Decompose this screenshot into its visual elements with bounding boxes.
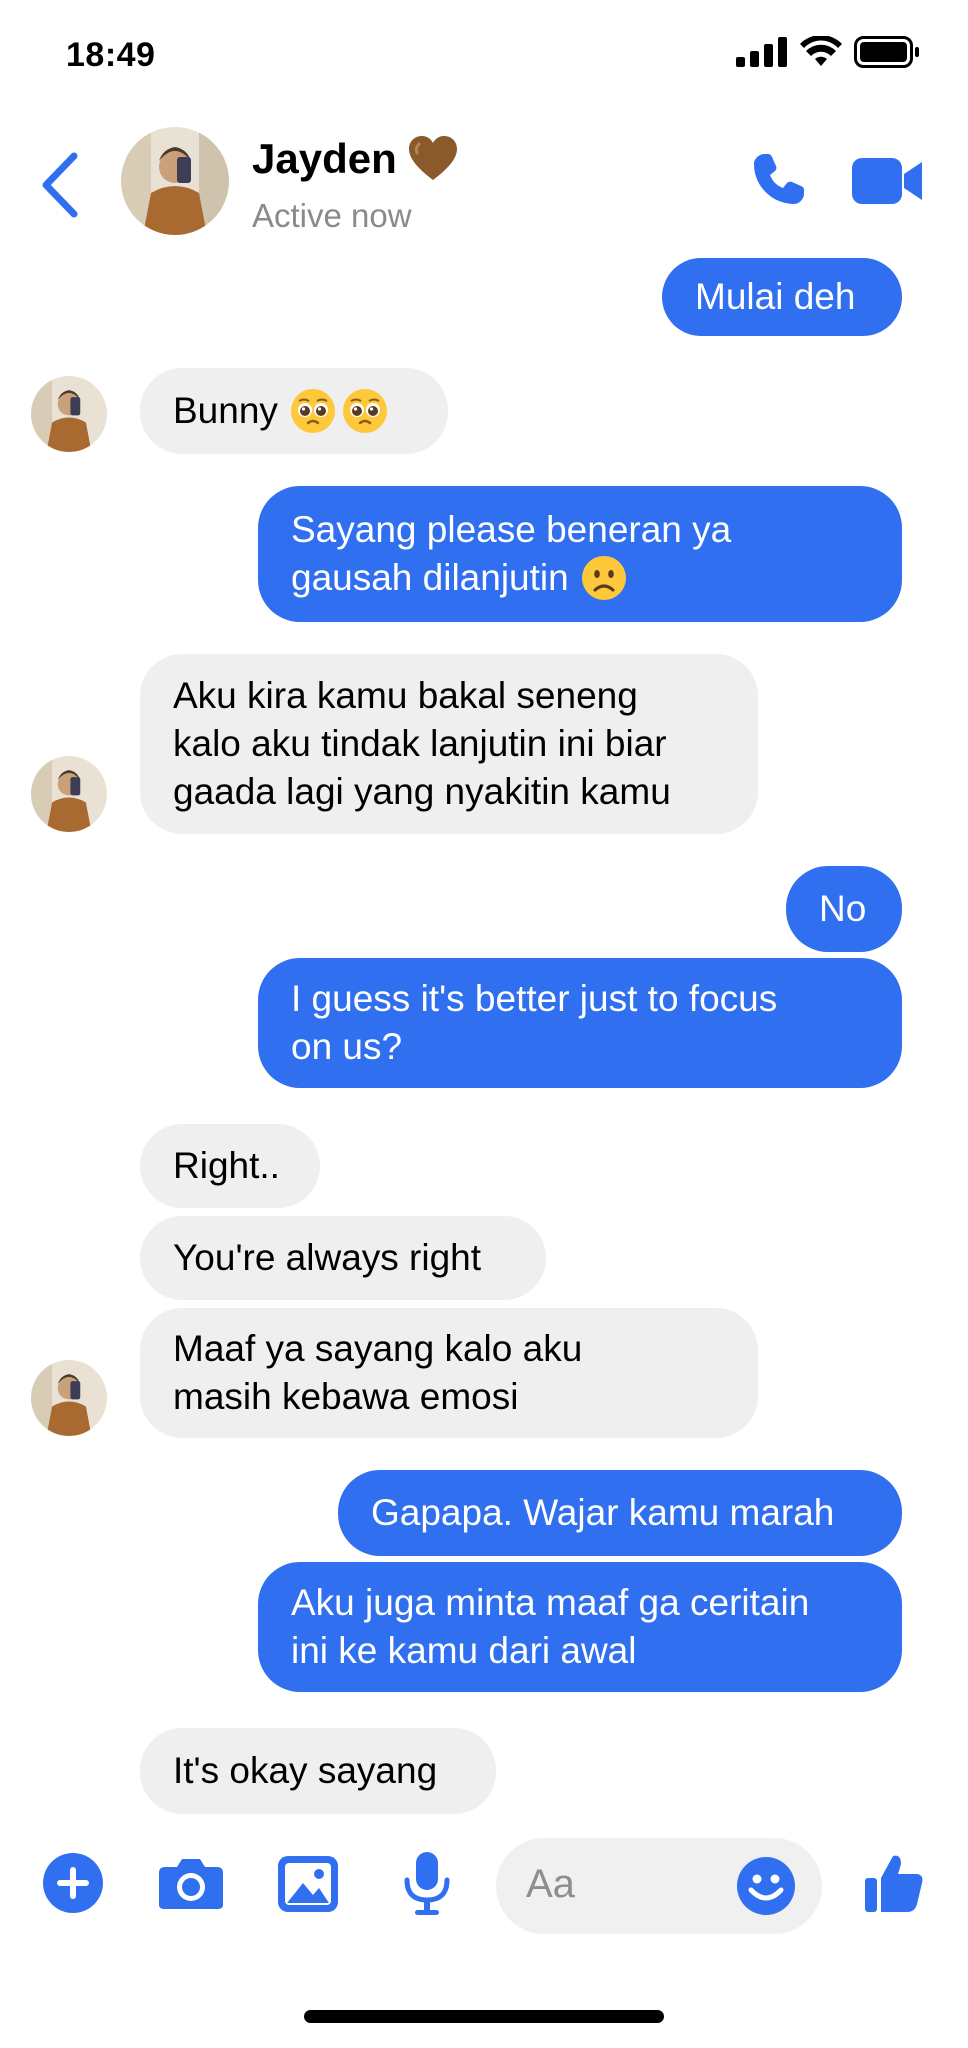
message-line: Aku juga minta maaf ga ceritain [291, 1579, 809, 1627]
sender-avatar[interactable] [31, 1360, 107, 1436]
message-line-text: masih kebawa emosi [173, 1376, 519, 1417]
message-line-text: Aku juga minta maaf ga ceritain [291, 1582, 810, 1623]
phone-call-icon[interactable] [750, 150, 808, 208]
message-line: ini ke kamu dari awal [291, 1627, 809, 1675]
message-input[interactable]: Aa [496, 1838, 822, 1934]
pleading-face-emoji-icon [290, 389, 335, 433]
message-line: gausah dilanjutin [291, 554, 731, 602]
message-text: Maaf ya sayang kalo aku masih kebawa emos… [173, 1325, 582, 1421]
status-icons [736, 36, 920, 68]
gallery-icon[interactable] [277, 1855, 339, 1913]
message-line-text: I guess it's better just to focus [291, 978, 778, 1019]
message-line-text: Sayang please beneran ya [291, 509, 732, 550]
brown-heart-icon [408, 136, 457, 180]
cellular-signal-icon [736, 37, 787, 67]
message-line-text: gausah dilanjutin [291, 557, 569, 598]
message-text: I guess it's better just to focus on us? [291, 975, 777, 1071]
pleading-face-emoji-icon [342, 389, 387, 433]
sent-message-bubble[interactable]: No [786, 866, 902, 952]
message-line-text: Aku kira kamu bakal seneng [173, 675, 638, 716]
message-line-text: kalo aku tindak lanjutin ini biar [173, 723, 667, 764]
message-line: on us? [291, 1023, 777, 1071]
message-line: You're always right [173, 1234, 481, 1282]
microphone-icon[interactable] [403, 1850, 451, 1916]
battery-icon [854, 36, 919, 68]
plus-icon[interactable] [42, 1852, 104, 1914]
message-line-text: Gapapa. Wajar kamu marah [371, 1492, 835, 1533]
message-text: Gapapa. Wajar kamu marah [371, 1489, 834, 1537]
sent-message-bubble[interactable]: Mulai deh [662, 258, 902, 336]
frowning-face-emoji-icon [581, 556, 626, 600]
message-line-text: Bunny [173, 390, 278, 431]
message-line-text: gaada lagi yang nyakitin kamu [173, 771, 671, 812]
message-line: I guess it's better just to focus [291, 975, 777, 1023]
received-message-bubble[interactable]: It's okay sayang [140, 1728, 496, 1814]
message-line: masih kebawa emosi [173, 1373, 582, 1421]
sent-message-bubble[interactable]: Gapapa. Wajar kamu marah [338, 1470, 902, 1556]
sent-message-bubble[interactable]: I guess it's better just to focus on us? [258, 958, 902, 1088]
back-chevron-icon[interactable] [38, 150, 82, 220]
contact-name-text: Jayden [252, 135, 397, 182]
received-message-bubble[interactable]: Maaf ya sayang kalo aku masih kebawa emos… [140, 1308, 758, 1438]
sender-avatar[interactable] [31, 376, 107, 452]
message-text: Aku kira kamu bakal seneng kalo aku tinda… [173, 672, 671, 816]
message-text: It's okay sayang [173, 1747, 437, 1795]
message-line: Bunny [173, 387, 388, 435]
message-line: gaada lagi yang nyakitin kamu [173, 768, 671, 816]
message-line-text: Mulai deh [695, 276, 856, 317]
message-line-text: It's okay sayang [173, 1750, 438, 1791]
message-line: Maaf ya sayang kalo aku [173, 1325, 582, 1373]
message-text: Mulai deh [695, 273, 855, 321]
sent-message-bubble[interactable]: Aku juga minta maaf ga ceritain ini ke ka… [258, 1562, 902, 1692]
message-text: You're always right [173, 1234, 481, 1282]
message-line: Aku kira kamu bakal seneng [173, 672, 671, 720]
received-message-bubble[interactable]: Aku kira kamu bakal seneng kalo aku tinda… [140, 654, 758, 834]
message-text: Aku juga minta maaf ga ceritain ini ke ka… [291, 1579, 809, 1675]
contact-name[interactable]: Jayden [252, 135, 457, 183]
message-text: Bunny [173, 387, 388, 435]
message-text: Right.. [173, 1142, 280, 1190]
message-line-text: Maaf ya sayang kalo aku [173, 1328, 583, 1369]
received-message-bubble[interactable]: You're always right [140, 1216, 546, 1300]
thumbs-up-icon[interactable] [863, 1852, 925, 1914]
received-message-bubble[interactable]: Bunny [140, 368, 448, 454]
message-text: Sayang please beneran ya gausah dilanjuti… [291, 506, 731, 602]
message-line-text: on us? [291, 1026, 403, 1067]
received-message-bubble[interactable]: Right.. [140, 1124, 320, 1208]
message-text: No [819, 885, 866, 933]
message-line: Mulai deh [695, 273, 855, 321]
sender-avatar[interactable] [31, 756, 107, 832]
message-line-text: You're always right [173, 1237, 482, 1278]
message-toolbar: Aa [0, 1830, 968, 1950]
contact-avatar[interactable] [121, 127, 229, 235]
wifi-icon [800, 36, 842, 66]
active-status: Active now [252, 197, 412, 234]
message-line: Gapapa. Wajar kamu marah [371, 1489, 834, 1537]
video-call-icon[interactable] [852, 158, 924, 204]
message-line-text: ini ke kamu dari awal [291, 1630, 637, 1671]
message-line: Right.. [173, 1142, 280, 1190]
sent-message-bubble[interactable]: Sayang please beneran ya gausah dilanjuti… [258, 486, 902, 622]
status-time: 18:49 [66, 36, 156, 74]
message-line: No [819, 885, 866, 933]
message-line: It's okay sayang [173, 1747, 437, 1795]
message-line: Sayang please beneran ya [291, 506, 731, 554]
emoji-icon[interactable] [736, 1856, 796, 1916]
message-line-text: Right.. [173, 1145, 280, 1186]
message-input-placeholder: Aa [526, 1862, 575, 1906]
camera-icon[interactable] [157, 1857, 225, 1911]
message-line-text: No [819, 888, 867, 929]
message-line: kalo aku tindak lanjutin ini biar [173, 720, 671, 768]
home-indicator [304, 2010, 664, 2023]
